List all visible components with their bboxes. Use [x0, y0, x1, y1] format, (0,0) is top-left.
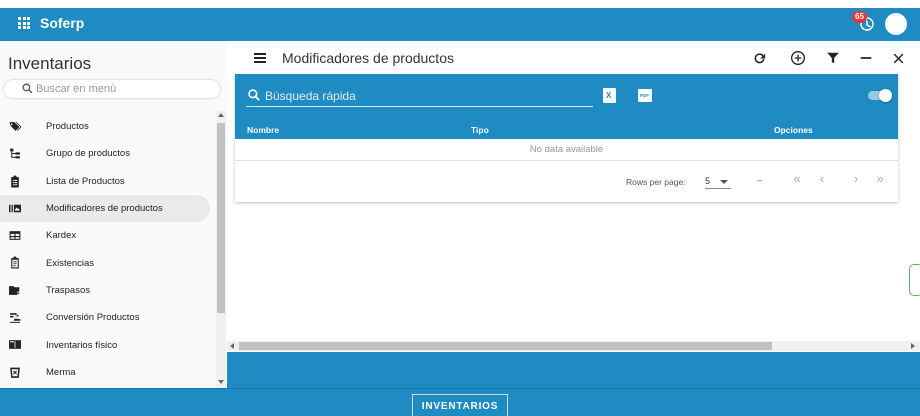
pagination-range: – [757, 175, 763, 185]
sidebar-menu: Productos Grupo de productos Lista de Pr… [0, 113, 216, 386]
sidebar-item-label: Kardex [46, 230, 77, 242]
menu-search-input[interactable] [36, 81, 216, 97]
sidebar-scrollbar[interactable] [216, 111, 226, 388]
scrollbar-thumb[interactable] [239, 342, 772, 350]
sidebar-item-modificadores[interactable]: Modificadores de productos [0, 194, 210, 223]
scroll-up-icon[interactable] [218, 113, 224, 117]
close-icon [893, 53, 903, 63]
bottom-panel [227, 352, 920, 388]
notifications-button[interactable]: 65 [852, 11, 880, 35]
next-page-icon[interactable]: › [849, 172, 863, 186]
add-circle-icon [791, 51, 805, 65]
filter-icon [827, 52, 839, 64]
refresh-button[interactable] [749, 48, 769, 68]
sidebar-item-grupo-productos[interactable]: Grupo de productos [0, 140, 216, 167]
column-header-nombre[interactable]: Nombre [247, 125, 279, 135]
conversion-icon [10, 313, 21, 323]
minimize-button[interactable] [856, 48, 876, 68]
folder-transfer-icon [9, 285, 21, 295]
sidebar-item-productos[interactable]: Productos [0, 113, 216, 140]
sidebar-search [4, 80, 220, 98]
sidebar-item-existencias[interactable]: Existencias [0, 249, 216, 276]
close-button[interactable] [888, 48, 908, 68]
toggle-knob [879, 89, 892, 102]
sidebar-item-conversion[interactable]: Conversión Productos [0, 304, 216, 331]
sidebar-item-traspasos[interactable]: Traspasos [0, 277, 216, 304]
clipboard-list-icon [11, 175, 19, 188]
column-header-tipo[interactable]: Tipo [471, 125, 489, 135]
table-icon [9, 231, 21, 241]
sidebar-title: Inventarios [8, 54, 92, 73]
horizontal-scrollbar[interactable] [227, 341, 920, 351]
scroll-down-icon[interactable] [218, 380, 224, 384]
sidebar-item-label: Productos [46, 121, 89, 133]
quick-search-underline [246, 106, 593, 107]
excel-export-icon[interactable]: X [603, 88, 616, 103]
empty-state: No data available [235, 139, 898, 161]
filter-button[interactable] [823, 48, 843, 68]
page-title: Modificadores de productos [282, 50, 454, 66]
sidebar-item-label: Lista de Productos [46, 175, 125, 187]
main-panel: Modificadores de productos X PDF Nombre … [227, 41, 920, 352]
sidebar-item-label: Conversión Productos [46, 312, 140, 324]
pdf-export-icon[interactable]: PDF [638, 89, 652, 102]
rows-per-page-label: Rows per page: [626, 177, 686, 187]
sidebar-item-label: Traspasos [46, 284, 90, 296]
user-avatar[interactable] [885, 13, 907, 35]
sidebar-item-label: Merma [46, 366, 76, 378]
sidebar-item-label: Existencias [46, 257, 95, 269]
notification-badge: 65 [852, 11, 867, 23]
sidebar-item-merma[interactable]: Merma [0, 359, 216, 386]
sidebar-item-kardex[interactable]: Kardex [0, 222, 216, 249]
add-button[interactable] [788, 48, 808, 68]
book-open-icon [9, 340, 21, 350]
column-header-opciones[interactable]: Opciones [774, 125, 813, 135]
apps-grid-icon[interactable] [18, 17, 30, 29]
tab-inventarios[interactable]: INVENTARIOS [412, 394, 508, 416]
minimize-icon [860, 57, 872, 59]
search-icon [248, 89, 260, 101]
sidebar: Inventarios Productos Grupo de productos… [0, 41, 227, 388]
sidebar-item-label: Grupo de productos [46, 148, 130, 160]
scrollbar-thumb[interactable] [217, 123, 225, 313]
rows-per-page-value: 5 [705, 176, 711, 186]
quick-search-input[interactable] [265, 87, 593, 104]
refresh-icon [754, 52, 765, 63]
search-icon [22, 83, 33, 94]
sidebar-item-inventario-fisico[interactable]: Inventarios físico [0, 331, 216, 358]
tag-icon [9, 122, 22, 131]
menu-icon[interactable] [254, 53, 266, 63]
previous-page-icon[interactable]: ‹ [815, 172, 829, 186]
top-strip [0, 0, 920, 8]
toggle-switch[interactable] [868, 89, 892, 102]
rows-per-page-select[interactable]: 5 [705, 173, 731, 189]
last-page-icon[interactable]: » [873, 172, 887, 186]
sidebar-item-label: Inventarios físico [46, 339, 118, 351]
caret-down-icon [720, 180, 728, 184]
scroll-right-icon[interactable] [911, 343, 915, 349]
hierarchy-icon [10, 148, 20, 159]
sidebar-item-lista-productos[interactable]: Lista de Productos [0, 168, 216, 195]
clipboard-icon [11, 257, 19, 269]
table-header: X PDF Nombre Tipo Opciones [235, 74, 898, 139]
trash-icon [10, 367, 20, 378]
footer-bar: INVENTARIOS [0, 388, 920, 416]
data-table-card: X PDF Nombre Tipo Opciones No data avail… [235, 74, 898, 202]
first-page-icon[interactable]: « [790, 172, 804, 186]
app-brand: Soferp [40, 15, 85, 31]
scroll-left-icon[interactable] [230, 343, 234, 349]
floating-widget[interactable] [909, 264, 920, 296]
barcode-book-icon [9, 204, 21, 213]
sidebar-item-label: Modificadores de productos [46, 203, 163, 215]
